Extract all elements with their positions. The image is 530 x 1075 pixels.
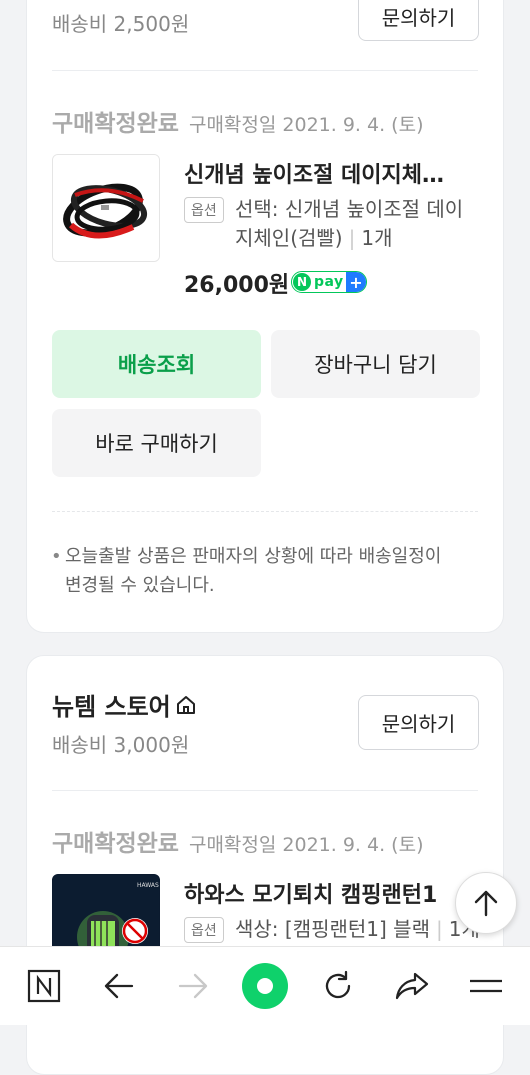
product-name[interactable]: 신개념 높이조절 데이지체인(검빨) [184,157,464,189]
inquiry-button[interactable]: 문의하기 [358,0,479,41]
share-icon [395,972,429,1000]
add-to-cart-button[interactable]: 장바구니 담기 [271,330,480,398]
naver-home-button[interactable] [21,963,67,1009]
scroll-to-top-button[interactable] [455,872,517,934]
refresh-icon [325,970,351,999]
option-value: 색상: [캠핑랜턴1] 블랙 [235,917,430,941]
shipping-fee: 배송비 3,000원 [52,733,190,757]
option-value: 지체인(검빨) [235,226,343,250]
order-status-row: 구매확정완료 구매확정일 2021. 9. 4. (토) [52,104,423,138]
notice-line-2: 변경될 수 있습니다. [65,575,215,596]
dotted-divider [52,511,478,512]
shipping-fee: 배송비 2,500원 [52,12,190,36]
forward-button[interactable] [170,963,216,1009]
green-dot-icon [242,963,288,1009]
back-button[interactable] [96,963,142,1009]
store-name-row[interactable]: 뉴템 스토어 [52,687,197,722]
plus-icon: + [346,272,366,292]
store-order-card-1: 배송비 2,500원 문의하기 구매확정완료 구매확정일 2021. 9. 4.… [26,0,504,633]
option-line-2: 지체인(검빨) | 1개 [235,226,393,250]
forward-icon [178,973,208,999]
order-status: 구매확정완료 [52,831,179,857]
notice-line-1: 오늘출발 상품은 판매자의 상황에 따라 배송일정이 [65,546,442,567]
product-name[interactable]: 하와스 모기퇴치 캠핑랜턴1 [184,877,464,909]
product-thumbnail[interactable] [52,154,160,262]
refresh-button[interactable] [315,963,361,1009]
option-line-1: 선택: 신개념 높이조절 데이 [235,197,464,221]
option-text: 색상: [캠핑랜턴1] 블랙 | 1개 [235,917,480,941]
arrow-up-icon [474,890,498,917]
order-status: 구매확정완료 [52,111,179,137]
daisy-chain-image [53,155,159,261]
brand-mark: HAWAS [137,882,159,889]
inquiry-button[interactable]: 문의하기 [358,695,479,750]
menu-icon [470,979,502,993]
track-delivery-button[interactable]: 배송조회 [52,330,261,398]
divider [52,790,478,791]
share-button[interactable] [389,963,435,1009]
option-badge: 옵션 [184,197,224,223]
confirm-date: 구매확정일 2021. 9. 4. (토) [188,114,424,136]
delivery-notice: 오늘출발 상품은 판매자의 상황에 따라 배송일정이 변경될 수 있습니다. [51,542,495,600]
price: 26,000원 [184,273,290,298]
quantity: 1개 [361,226,393,250]
buy-now-button[interactable]: 바로 구매하기 [52,409,261,477]
green-dot-button[interactable] [242,963,288,1009]
option-text: 선택: 신개념 높이조절 데이 지체인(검빨) | 1개 [235,195,463,253]
naver-home-icon [27,969,61,1003]
home-icon [176,695,195,714]
npay-n-icon: N [293,273,311,291]
confirm-date: 구매확정일 2021. 9. 4. (토) [188,834,424,856]
order-status-row: 구매확정완료 구매확정일 2021. 9. 4. (토) [52,824,423,858]
npay-plus-badge: N pay + [291,271,367,293]
back-icon [104,973,134,999]
option-badge: 옵션 [184,917,224,943]
npay-text: pay [314,274,344,290]
divider [52,70,478,71]
menu-button[interactable] [463,963,509,1009]
browser-bottom-bar [0,946,530,1025]
store-name: 뉴템 스토어 [52,693,171,721]
